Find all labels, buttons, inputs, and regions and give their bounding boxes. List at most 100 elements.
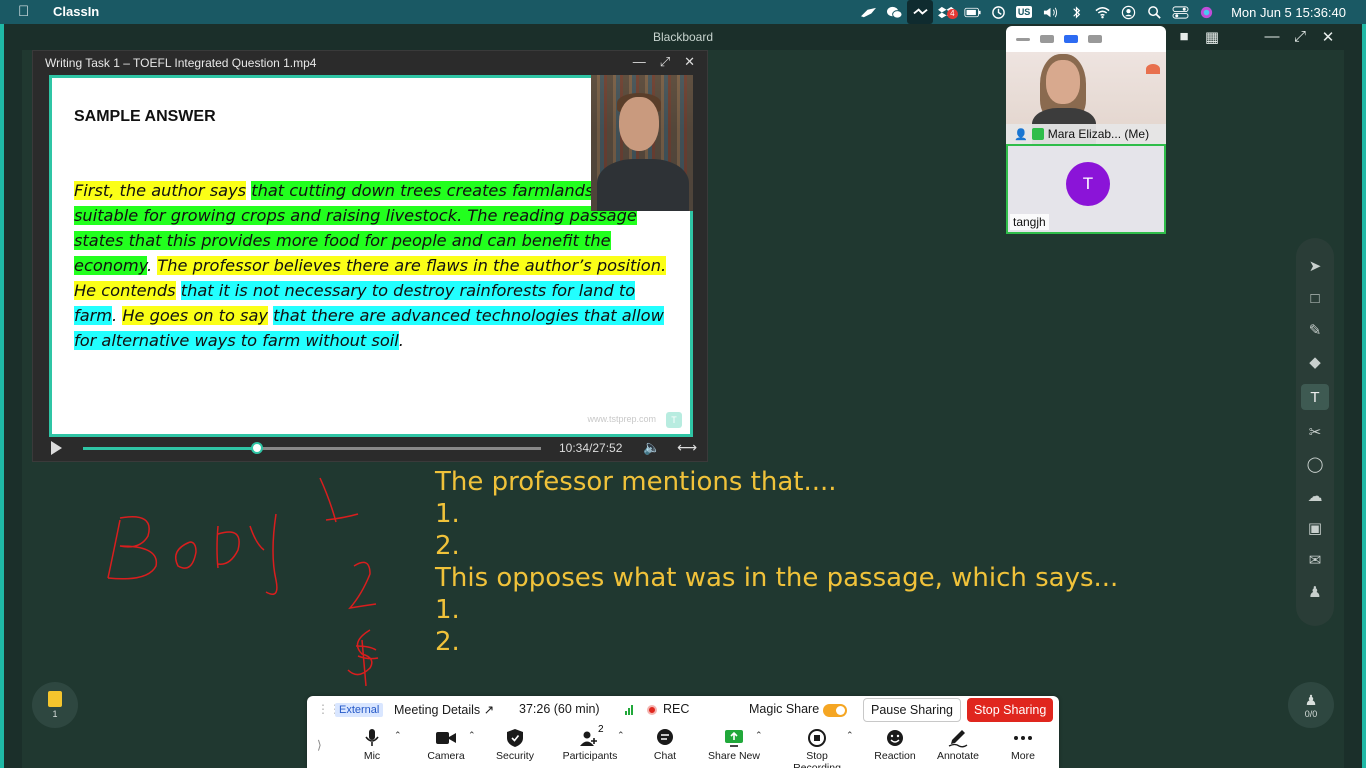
view-switcher <box>1006 26 1166 52</box>
zoom-meeting-toolbar: ⋮⋮ External Meeting Details ↗ 37:26 (60 … <box>307 696 1059 768</box>
text-segment: . <box>147 256 158 275</box>
scissors-icon[interactable]: ✂ <box>1303 422 1327 442</box>
participants-button[interactable]: Participants <box>555 726 625 762</box>
progress-track[interactable] <box>83 442 541 454</box>
file-button[interactable]: 1 <box>32 682 78 728</box>
close-icon[interactable]: ✕ <box>1320 28 1336 46</box>
video-time: 10:34/27:52 <box>559 441 623 455</box>
speaker-view-icon[interactable] <box>1040 35 1054 43</box>
menu-bar:  ClassIn 4 US Mon Jun 5 15:36:40 <box>0 0 1366 24</box>
user-icon[interactable] <box>1115 0 1141 24</box>
stop-recording-button[interactable]: Stop Recording <box>782 726 852 768</box>
text-segment <box>176 281 181 300</box>
fullscreen-icon[interactable]: ⤢ <box>660 54 670 70</box>
minimize-icon[interactable]: — <box>1264 28 1280 46</box>
chevron-right-icon[interactable]: ⟩ <box>317 738 322 752</box>
participant-tile-me[interactable]: 👤 Mara Elizab... (Me) <box>1006 52 1166 144</box>
board-line: 2. <box>435 627 460 657</box>
board-line: 1. <box>435 595 460 625</box>
security-button[interactable]: Security <box>480 726 550 762</box>
pause-sharing-button[interactable]: Pause Sharing <box>863 698 962 722</box>
participant-name: tangjh <box>1010 214 1049 230</box>
apple-icon[interactable]:  <box>18 3 29 20</box>
meeting-details-link[interactable]: Meeting Details ↗ <box>394 702 494 717</box>
magic-share-label: Magic Share <box>749 702 820 716</box>
bluetooth-icon[interactable] <box>1063 0 1089 24</box>
users-icon[interactable]: ♟ <box>1303 582 1327 602</box>
seat-button[interactable]: ♟ 0/0 <box>1288 682 1334 728</box>
grid-icon[interactable]: ▦ <box>1204 28 1220 46</box>
text-segment: First, the author says <box>74 181 247 200</box>
text-icon[interactable]: T <box>1301 384 1329 410</box>
board-line: 1. <box>435 499 460 529</box>
loop-icon[interactable]: ⟷ <box>677 439 697 456</box>
file-count: 1 <box>52 709 58 719</box>
seat-count: 0/0 <box>1304 708 1318 719</box>
annotate-icon <box>948 730 968 748</box>
board-window-controls: ■ ▦ — ⤢ ✕ <box>1176 28 1336 46</box>
shield-icon <box>507 729 523 747</box>
presenter-video <box>591 75 693 211</box>
chevron-up-icon[interactable]: ⌃ <box>394 730 402 741</box>
strip-view-icon[interactable] <box>1064 35 1078 43</box>
minimize-view-icon[interactable] <box>1016 37 1030 41</box>
classin-tray-icon[interactable] <box>907 0 934 24</box>
selection-icon[interactable]: □ <box>1303 288 1327 308</box>
wifi-icon[interactable] <box>1089 0 1115 24</box>
magic-share-toggle[interactable] <box>823 704 847 717</box>
battery-icon[interactable] <box>959 0 985 24</box>
board-toolbar: ➤ □ ✎ ◆ T ✂ ◯ ☁ ▣ ✉ ♟ <box>1296 238 1334 626</box>
volume-icon[interactable] <box>1037 0 1063 24</box>
rec-label: REC <box>663 702 690 716</box>
chevron-up-icon[interactable]: ⌃ <box>755 730 763 741</box>
volume-icon[interactable]: 🔈 <box>643 439 660 456</box>
minimize-icon[interactable]: — <box>633 54 646 70</box>
avatar: T <box>1066 162 1110 206</box>
chevron-up-icon[interactable]: ⌃ <box>468 730 476 741</box>
control-center-icon[interactable] <box>1167 0 1193 24</box>
external-badge: External <box>335 703 384 717</box>
toolbox-icon[interactable]: ▣ <box>1303 518 1327 538</box>
siri-icon[interactable] <box>1193 0 1219 24</box>
close-icon[interactable]: ✕ <box>684 54 695 70</box>
board-notes[interactable]: The professor mentions that.... 1. 2. Th… <box>435 466 1118 658</box>
more-button[interactable]: More <box>988 726 1058 762</box>
person-icon: 👤 <box>1014 128 1028 141</box>
eagle-icon[interactable] <box>855 0 881 24</box>
chat-icon[interactable]: ✉ <box>1303 550 1327 570</box>
wechat-icon[interactable] <box>881 0 907 24</box>
sharing-icon <box>1031 128 1044 140</box>
board-line: 2. <box>435 531 460 561</box>
camera-icon[interactable]: ■ <box>1176 28 1192 46</box>
play-icon[interactable] <box>51 441 62 455</box>
smiley-icon <box>887 730 903 746</box>
time-machine-icon[interactable] <box>985 0 1011 24</box>
pen-icon[interactable]: ✎ <box>1303 320 1327 340</box>
gallery-view-icon[interactable] <box>1088 35 1102 43</box>
shapes-icon[interactable]: ◯ <box>1303 454 1327 474</box>
mic-icon <box>365 729 379 746</box>
dropbox-icon[interactable]: 4 <box>933 0 959 24</box>
chevron-up-icon[interactable]: ⌃ <box>846 730 854 741</box>
search-icon[interactable] <box>1141 0 1167 24</box>
stop-sharing-button[interactable]: Stop Sharing <box>967 698 1054 722</box>
reaction-button[interactable]: Reaction <box>860 726 930 762</box>
pointer-icon[interactable]: ➤ <box>1303 256 1327 276</box>
input-source-icon[interactable]: US <box>1011 0 1037 24</box>
restore-icon[interactable]: ⤢ <box>1292 28 1308 46</box>
chat-button[interactable]: Chat <box>630 726 700 762</box>
cloud-icon[interactable]: ☁ <box>1303 486 1327 506</box>
menu-clock[interactable]: Mon Jun 5 15:36:40 <box>1231 5 1346 20</box>
annotate-button[interactable]: Annotate <box>923 726 993 762</box>
board-line: This opposes what was in the passage, wh… <box>435 563 1119 593</box>
meeting-timer: 37:26 (60 min) <box>519 702 600 716</box>
chevron-up-icon[interactable]: ⌃ <box>617 730 625 741</box>
video-titlebar[interactable]: Writing Task 1 – TOEFL Integrated Questi… <box>33 51 707 73</box>
eraser-icon[interactable]: ◆ <box>1303 352 1327 372</box>
video-player-window[interactable]: Writing Task 1 – TOEFL Integrated Questi… <box>32 50 708 462</box>
participant-tile[interactable]: T tangjh <box>1006 144 1166 234</box>
text-segment: . <box>112 306 123 325</box>
progress-handle[interactable] <box>251 442 264 454</box>
app-name[interactable]: ClassIn <box>53 4 99 19</box>
chat-icon <box>657 729 673 745</box>
